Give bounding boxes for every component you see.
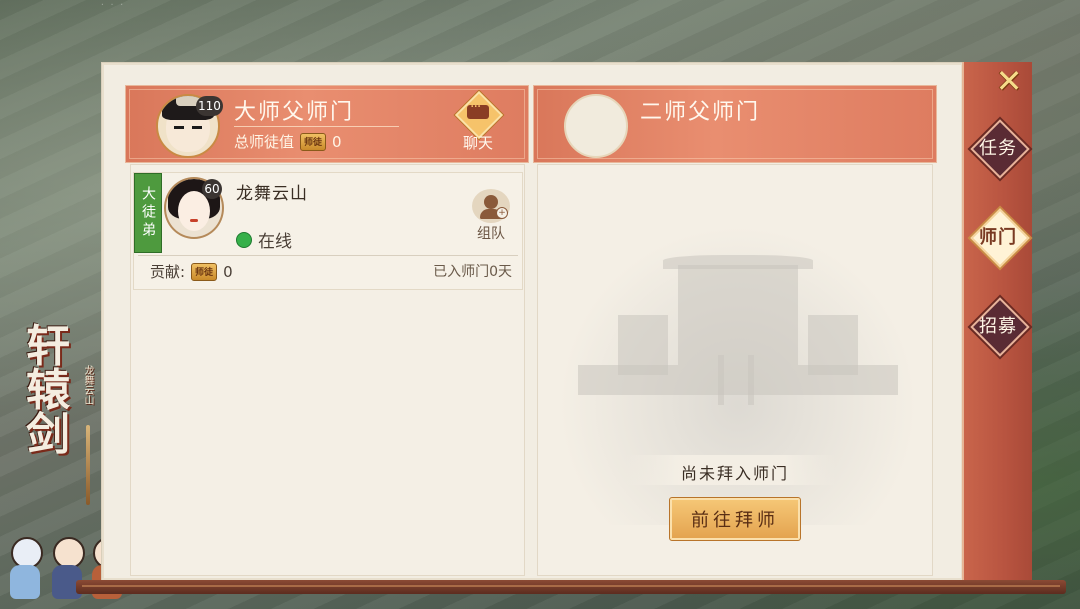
- contribution-value: 0: [223, 262, 233, 281]
- online-status-text: 在线: [258, 232, 292, 252]
- master1-total-value: 总师徒值 师徒 0: [234, 131, 342, 152]
- find-master-button[interactable]: 前往拜师: [669, 497, 801, 541]
- master2-content: 尚未拜入师门 前往拜师: [537, 164, 933, 576]
- master2-avatar-empty: [564, 94, 628, 158]
- logo-char-1: 轩: [26, 321, 70, 372]
- tab-sect[interactable]: 师门: [970, 208, 1030, 268]
- master1-level-badge: 110: [196, 96, 223, 116]
- debug-overlay-text: · · ·: [100, 0, 125, 9]
- online-status: 在线: [236, 227, 292, 252]
- logo-char-3: 剑: [26, 409, 70, 460]
- tab-recruit[interactable]: 招募: [970, 297, 1030, 357]
- tab-task[interactable]: 任务: [970, 119, 1030, 179]
- not-joined-text: 尚未拜入师门: [680, 464, 789, 483]
- master2-title: 二师父师门: [640, 100, 761, 125]
- sword-icon: [86, 425, 90, 505]
- game-logo: 轩 辕 剑 龙舞云山: [22, 325, 102, 505]
- contribution-label: 贡献:: [150, 263, 186, 281]
- chat-label: 聊天: [462, 134, 493, 152]
- logo-subtitle: 龙舞云山: [82, 365, 93, 405]
- chibi-character: [8, 537, 43, 601]
- master1-title: 大师父师门: [234, 100, 355, 125]
- team-up-button[interactable]: + 组队: [468, 189, 514, 242]
- total-label: 总师徒值: [234, 133, 295, 151]
- mentor-coin-icon: 师徒: [300, 132, 327, 151]
- close-button[interactable]: ✕: [992, 62, 1026, 100]
- chat-button[interactable]: 聊天: [450, 90, 506, 154]
- contribution: 贡献: 师徒 0: [150, 261, 233, 282]
- master2-header: 二师父师门: [533, 85, 937, 163]
- disciple-rank-tag: 大徒弟: [134, 173, 162, 253]
- chat-bubble-icon: [467, 99, 489, 119]
- team-up-label: 组队: [477, 226, 505, 242]
- tab-recruit-label: 招募: [979, 316, 1017, 337]
- total-value: 0: [332, 132, 342, 151]
- logo-char-2: 辕: [26, 365, 70, 416]
- tab-task-label: 任务: [979, 138, 1017, 159]
- close-icon: ✕: [995, 62, 1023, 100]
- joined-days: 已入师门0天: [433, 264, 512, 280]
- disciple-level-badge: 60: [202, 179, 222, 199]
- mentor-coin-icon: 师徒: [191, 262, 218, 281]
- master1-header: 110 大师父师门 总师徒值 师徒 0 聊天: [125, 85, 529, 163]
- panel-bottom-frame: [76, 580, 1066, 594]
- disciple-name: 龙舞云山: [236, 184, 308, 204]
- disciple-card[interactable]: 大徒弟 60 龙舞云山 在线 + 组队 贡献: 师徒 0 已入师门0天: [133, 172, 523, 290]
- tab-sect-label: 师门: [979, 227, 1017, 248]
- online-dot-icon: [236, 231, 252, 248]
- add-teammate-icon: [480, 195, 502, 219]
